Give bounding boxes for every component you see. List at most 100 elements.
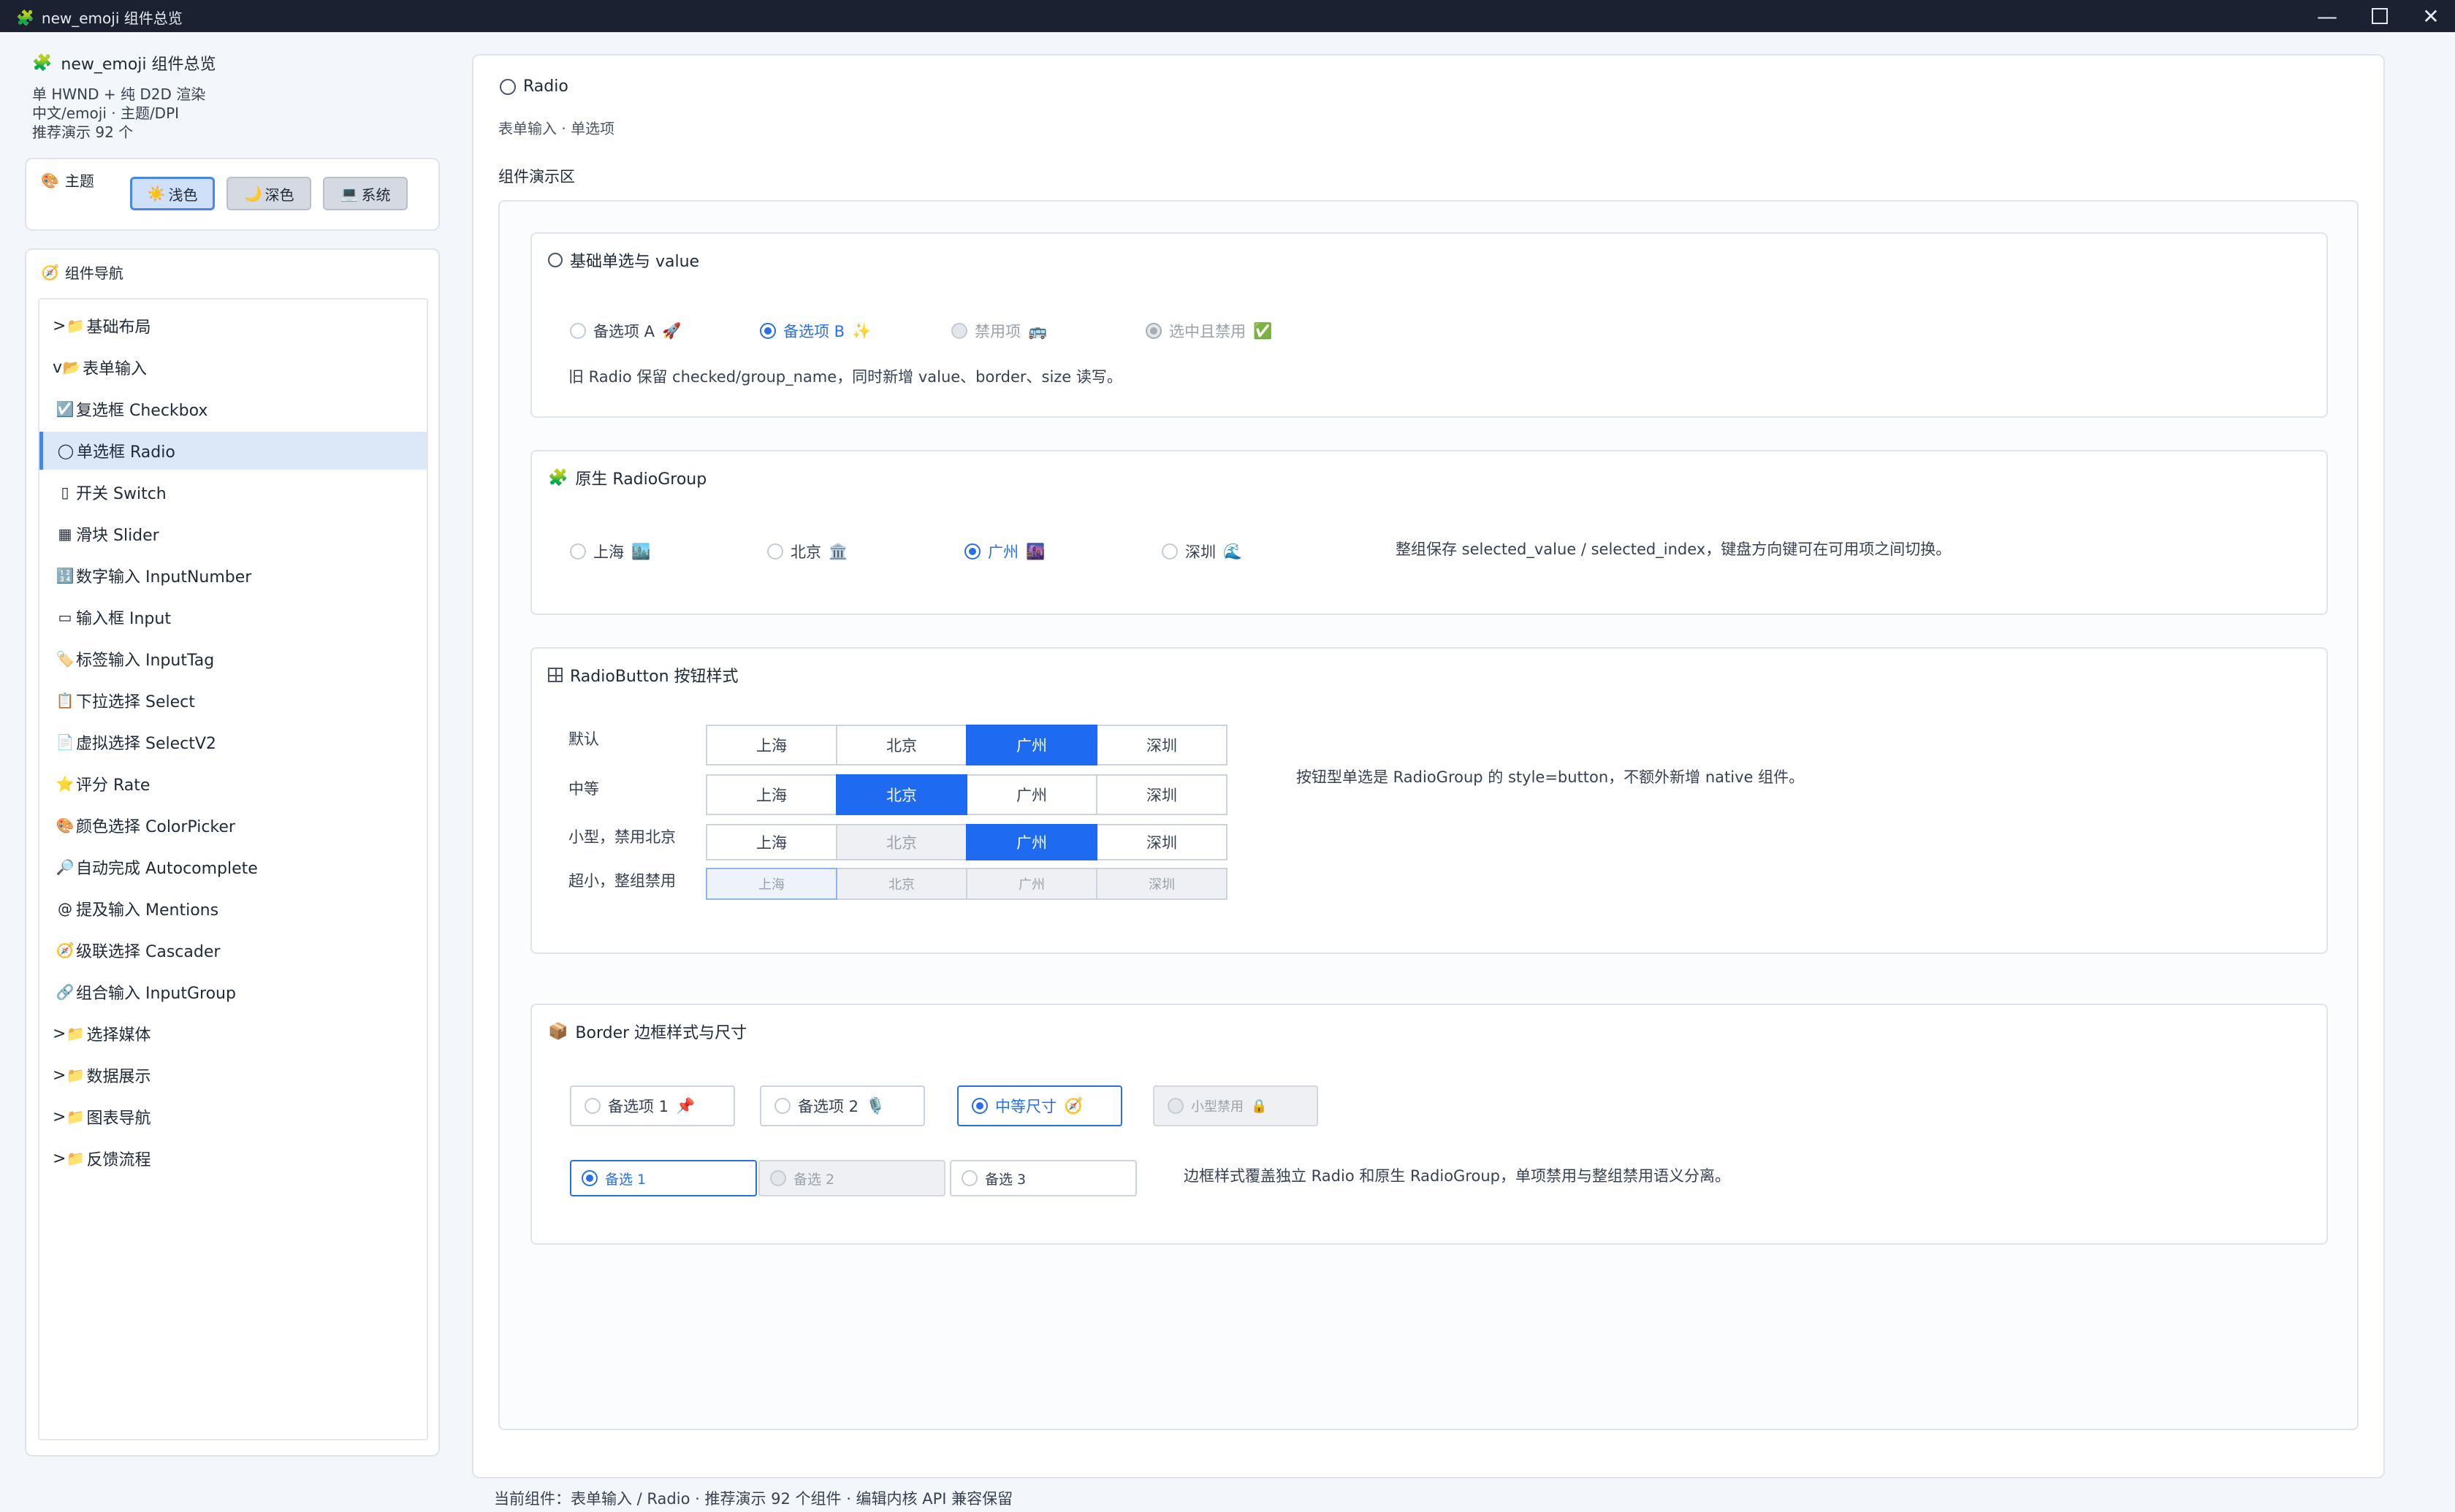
close-icon: ✕ xyxy=(2422,4,2440,28)
nav-item[interactable]: 🏷️ 标签输入 InputTag xyxy=(39,640,427,678)
nav-item[interactable]: ⭐ 评分 Rate xyxy=(39,765,427,803)
component-icon: ▦ xyxy=(58,525,72,543)
nav-item[interactable]: > 📁 数据展示 xyxy=(39,1056,427,1094)
radio-unchecked-icon xyxy=(1162,543,1178,560)
collapsed-arrow-icon: > xyxy=(53,1107,66,1126)
radio-button[interactable]: 北京 xyxy=(836,774,967,815)
border-option[interactable]: 备选项 2 🎙️ xyxy=(774,1087,924,1125)
minimize-button[interactable]: — xyxy=(2303,0,2351,32)
maximize-icon xyxy=(2372,8,2388,24)
maximize-button[interactable] xyxy=(2356,0,2404,32)
basic-option[interactable]: 备选项 A 🚀 xyxy=(570,320,681,342)
nav-item[interactable]: 📄 虚拟选择 SelectV2 xyxy=(39,723,427,761)
group-option[interactable]: 上海 🏙️ xyxy=(570,541,650,562)
radio-button[interactable]: 北京 xyxy=(836,725,967,765)
theme-dark-button[interactable]: 🌙 深色 xyxy=(227,177,311,210)
window-title: new_emoji 组件总览 xyxy=(41,9,183,27)
nav-item-label: 反馈流程 xyxy=(86,1151,151,1169)
main-panel: Radio 表单输入 · 单选项 组件演示区 基础单选与 value 旧 Rad… xyxy=(472,54,2385,1478)
nav-item[interactable]: 🔎 自动完成 Autocomplete xyxy=(39,848,427,886)
section-border-title: Border 边框样式与尺寸 xyxy=(575,1024,747,1042)
section-button: RadioButton 按钮样式 按钮型单选是 RadioGroup 的 sty… xyxy=(530,647,2328,954)
component-icon: 🏷️ xyxy=(56,650,75,668)
group-option[interactable]: 广州 🌆 xyxy=(964,541,1045,562)
border-option[interactable]: 备选项 1 📌 xyxy=(585,1087,734,1125)
nav-item[interactable]: 🧭 级联选择 Cascader xyxy=(39,931,427,969)
page-subtitle: 表单输入 · 单选项 xyxy=(498,120,615,137)
radio-button[interactable]: 广州 xyxy=(966,824,1097,860)
theme-system-button[interactable]: 💻 系统 xyxy=(323,177,408,210)
bordered-radio-small[interactable]: 备选 3 xyxy=(950,1160,1137,1196)
border-option-label: 备选项 2 xyxy=(798,1098,859,1115)
group-option-label: 广州 xyxy=(988,543,1019,561)
app-title-text: new_emoji 组件总览 xyxy=(61,56,216,74)
nav-item[interactable]: v 📂 表单输入 xyxy=(39,348,427,386)
nav-item[interactable]: ▦ 滑块 Slider xyxy=(39,515,427,553)
radio-button: 北京 xyxy=(836,868,967,900)
radio-button[interactable]: 上海 xyxy=(706,774,837,815)
nav-item[interactable]: > 📁 基础布局 xyxy=(39,307,427,345)
nav-item[interactable]: ☑️ 复选框 Checkbox xyxy=(39,390,427,428)
radio-button[interactable]: 上海 xyxy=(706,824,837,860)
nav-item-label: 数据展示 xyxy=(86,1068,151,1086)
radio-button[interactable]: 广州 xyxy=(966,725,1097,765)
border-option[interactable]: 备选 3 xyxy=(962,1161,1135,1195)
bordered-radio[interactable]: 中等尺寸 🧭 xyxy=(957,1085,1122,1126)
button-row-label: 默认 xyxy=(568,730,599,748)
sun-icon: ☀️ xyxy=(147,185,166,202)
nav-item[interactable]: 🔢 数字输入 InputNumber xyxy=(39,557,427,595)
component-icon: ◯ xyxy=(57,442,75,459)
radio-checked-icon xyxy=(1146,323,1162,339)
border-option[interactable]: 中等尺寸 🧭 xyxy=(972,1087,1121,1125)
radio-button[interactable]: 广州 xyxy=(966,774,1097,815)
theme-light-button[interactable]: ☀️ 浅色 xyxy=(130,177,215,210)
nav-item-label: 滑块 Slider xyxy=(76,527,159,545)
border-option: 小型禁用 🔒 xyxy=(1168,1087,1317,1125)
section-basic: 基础单选与 value 旧 Radio 保留 checked/group_nam… xyxy=(530,232,2328,418)
folder-icon: 📁 xyxy=(66,317,85,335)
nav-item[interactable]: 📋 下拉选择 Select xyxy=(39,681,427,719)
radio-checked-icon xyxy=(964,543,981,560)
bordered-radio[interactable]: 备选项 2 🎙️ xyxy=(760,1085,925,1126)
radio-button[interactable]: 深圳 xyxy=(1096,824,1228,860)
component-icon: 📋 xyxy=(56,692,75,709)
nav-item[interactable]: ▭ 输入框 Input xyxy=(39,598,427,636)
nav-item[interactable]: ◯ 单选框 Radio xyxy=(39,432,427,470)
basic-option-label: 备选项 B xyxy=(783,323,845,340)
theme-label-text: 主题 xyxy=(64,172,94,190)
radio-button[interactable]: 上海 xyxy=(706,725,837,765)
grid-icon xyxy=(548,668,563,682)
bordered-radio[interactable]: 备选项 1 📌 xyxy=(570,1085,735,1126)
puzzle-icon: 🧩 xyxy=(548,468,568,487)
bordered-radio-small[interactable]: 备选 1 xyxy=(570,1160,757,1196)
emoji-icon: 🔒 xyxy=(1251,1098,1268,1114)
radio-button[interactable]: 深圳 xyxy=(1096,725,1228,765)
component-icon: 🎨 xyxy=(56,817,75,834)
emoji-icon: 🚀 xyxy=(662,321,682,340)
expanded-arrow-icon: v xyxy=(53,358,63,377)
nav-item[interactable]: > 📁 选择媒体 xyxy=(39,1015,427,1053)
nav-item[interactable]: ▯ 开关 Switch xyxy=(39,473,427,511)
nav-item[interactable]: 🔗 组合输入 InputGroup xyxy=(39,973,427,1011)
nav-item[interactable]: @ 提及输入 Mentions xyxy=(39,890,427,928)
group-option[interactable]: 北京 🏛️ xyxy=(767,541,848,562)
close-button[interactable]: ✕ xyxy=(2407,0,2455,32)
radio-button[interactable]: 深圳 xyxy=(1096,774,1228,815)
nav-item[interactable]: > 📁 图表导航 xyxy=(39,1098,427,1136)
nav-item[interactable]: > 📁 反馈流程 xyxy=(39,1139,427,1177)
radio-unchecked-icon xyxy=(770,1170,786,1186)
group-option[interactable]: 深圳 🌊 xyxy=(1162,541,1242,562)
theme-card: 🎨 主题 ☀️ 浅色 🌙 深色 💻 系统 xyxy=(25,158,440,231)
radio-unchecked-icon xyxy=(585,1098,601,1114)
border-option-label: 备选 3 xyxy=(985,1171,1027,1188)
nav-item-label: 组合输入 InputGroup xyxy=(76,985,236,1003)
nav-item-label: 颜色选择 ColorPicker xyxy=(76,818,235,836)
info-line: 中文/emoji · 主题/DPI xyxy=(32,104,180,122)
nav-item[interactable]: 🎨 颜色选择 ColorPicker xyxy=(39,806,427,844)
border-option[interactable]: 备选 1 xyxy=(582,1161,755,1195)
basic-option[interactable]: 备选项 B ✨ xyxy=(760,320,871,342)
page-title-text: Radio xyxy=(523,77,568,96)
collapsed-arrow-icon: > xyxy=(53,1024,66,1043)
emoji-icon: 🚌 xyxy=(1028,321,1048,340)
radio-icon xyxy=(548,253,563,267)
